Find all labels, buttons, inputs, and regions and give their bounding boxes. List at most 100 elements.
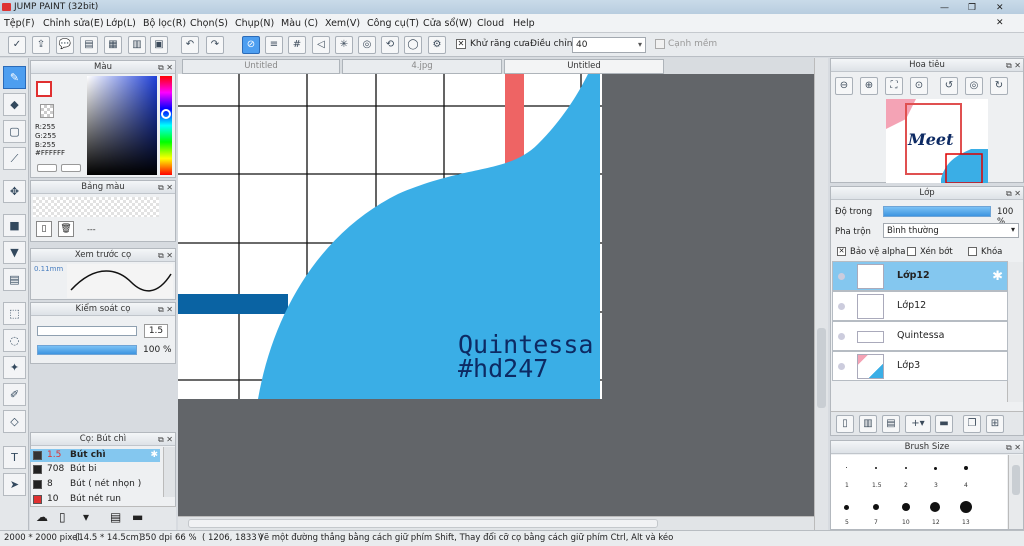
color-mode-button[interactable] — [37, 164, 57, 172]
menu-file[interactable]: Tệp(F) — [4, 14, 35, 33]
new-palette-icon[interactable]: ▯ — [36, 221, 52, 237]
gear-icon[interactable]: ✱ — [992, 269, 1003, 284]
protect-alpha-checkbox[interactable]: ✕ — [837, 247, 846, 256]
fit-icon[interactable]: ⛶ — [885, 77, 903, 95]
horizontal-scrollbar[interactable] — [178, 516, 814, 530]
brush-size-dot[interactable] — [930, 502, 940, 512]
brush-item[interactable]: 1.5 Bút chì ✱ — [30, 449, 160, 462]
brush-size-slider[interactable] — [37, 326, 137, 336]
brush-settings-icon[interactable]: ▤ — [110, 510, 121, 524]
menu-color[interactable]: Màu (C) — [281, 14, 318, 33]
rotate-left-icon[interactable]: ↺ — [940, 77, 958, 95]
menu-tools[interactable]: Công cụ(T) — [367, 14, 419, 33]
check-icon[interactable]: ✓ — [8, 36, 26, 54]
hue-handle[interactable] — [161, 109, 171, 119]
vertical-scrollbar[interactable] — [814, 58, 828, 530]
tab-4-jpg[interactable]: 4.jpg — [342, 59, 502, 74]
brush-list-scrollbar[interactable] — [163, 447, 175, 497]
layers-scrollbar[interactable] — [1007, 262, 1023, 402]
eraser-tool-icon[interactable]: ◆ — [3, 93, 26, 116]
panel-close-icon[interactable]: ⧉ ✕ — [158, 304, 173, 315]
brush-size-dot[interactable] — [960, 501, 972, 513]
saturation-value-picker[interactable] — [87, 76, 157, 175]
panel-close-icon[interactable]: ⧉ ✕ — [158, 182, 173, 193]
brush-menu-icon[interactable]: ▾ — [83, 510, 89, 524]
select-rect-tool-icon[interactable]: ⬚ — [3, 302, 26, 325]
canvas-area[interactable]: Quintessa #hd247 — [178, 74, 814, 516]
brush-size-dot[interactable] — [875, 467, 877, 469]
close-icon[interactable]: ✕ — [996, 1, 1004, 15]
brush-size-dot[interactable] — [902, 503, 910, 511]
navigator-thumbnail[interactable]: Meet — [886, 99, 988, 183]
comment-icon[interactable]: 💬 — [56, 36, 74, 54]
primary-color-swatch[interactable] — [36, 81, 52, 97]
brush-item[interactable]: 708 Bút bi — [30, 463, 160, 476]
horizontal-scroll-thumb[interactable] — [188, 519, 658, 528]
brush-size-dot[interactable] — [934, 467, 937, 470]
grid-ruler-icon[interactable]: # — [288, 36, 306, 54]
export-icon[interactable]: ⇪ — [32, 36, 50, 54]
brush-size-scrollbar[interactable] — [1008, 455, 1023, 529]
select-eraser-tool-icon[interactable]: ◇ — [3, 410, 26, 433]
menu-window[interactable]: Cửa sổ(W) — [423, 14, 472, 33]
brush-size-value[interactable]: 1.5 — [144, 324, 168, 338]
clip-checkbox[interactable] — [907, 247, 916, 256]
lock-checkbox[interactable] — [968, 247, 977, 256]
brush-size-dot[interactable] — [844, 505, 849, 510]
operation-tool-icon[interactable]: ➤ — [3, 473, 26, 496]
layer-row[interactable]: Lớp3 — [832, 351, 1008, 381]
perspective-ruler-icon[interactable]: ◁ — [312, 36, 330, 54]
restore-icon[interactable]: ❐ — [968, 1, 976, 15]
rotate-right-icon[interactable]: ↻ — [990, 77, 1008, 95]
tab-untitled-2[interactable]: Untitled — [504, 59, 664, 74]
menu-layer[interactable]: Lớp(L) — [106, 14, 136, 33]
menu-select[interactable]: Chọn(S) — [190, 14, 228, 33]
brush-size-scroll-thumb[interactable] — [1012, 465, 1020, 495]
brush-size-dot[interactable] — [905, 467, 907, 469]
palette-swatches[interactable] — [33, 197, 159, 217]
antialias-checkbox[interactable]: ✕ — [456, 39, 466, 49]
panel-close-icon[interactable]: ⧉ ✕ — [158, 434, 173, 445]
canvas-document[interactable]: Quintessa #hd247 — [178, 74, 602, 399]
document-icon[interactable]: ▦ — [104, 36, 122, 54]
adjust-dropdown[interactable]: 40 ▾ — [572, 37, 646, 53]
pen-tool-icon[interactable]: ✎ — [3, 66, 26, 89]
add-layer-menu-icon[interactable]: +▾ — [905, 415, 931, 433]
new-raster-icon[interactable]: ▥ — [859, 415, 877, 433]
eye-icon[interactable] — [838, 303, 845, 310]
merge-layer-icon[interactable]: ⊞ — [986, 415, 1004, 433]
transparent-swatch[interactable] — [40, 104, 54, 118]
eye-icon[interactable] — [838, 333, 845, 340]
duplicate-layer-icon[interactable]: ❐ — [963, 415, 981, 433]
vertical-scroll-thumb[interactable] — [817, 328, 826, 408]
curve-ruler-icon[interactable]: ⟲ — [381, 36, 399, 54]
page-icon[interactable]: ▥ — [128, 36, 146, 54]
menu-edit[interactable]: Chỉnh sửa(E) — [43, 14, 104, 33]
gear-icon[interactable]: ✱ — [150, 449, 158, 462]
move-tool-icon[interactable]: ✥ — [3, 180, 26, 203]
brush-cloud-icon[interactable]: ☁ — [36, 510, 48, 524]
redo-icon[interactable]: ↷ — [206, 36, 224, 54]
brush-size-dot[interactable] — [873, 504, 879, 510]
new-brush-icon[interactable]: ▯ — [59, 510, 66, 524]
layout-icon[interactable]: ▣ — [150, 36, 168, 54]
lasso-tool-icon[interactable]: ◌ — [3, 329, 26, 352]
text-tool-icon[interactable]: T — [3, 446, 26, 469]
concentric-ruler-icon[interactable]: ◎ — [358, 36, 376, 54]
layer-row[interactable]: Lớp12 — [832, 291, 1008, 321]
gradient-tool-icon[interactable]: ▤ — [3, 268, 26, 291]
brush-opacity-slider[interactable] — [37, 345, 137, 355]
radial-ruler-icon[interactable]: ✳ — [335, 36, 353, 54]
brush-size-dot[interactable] — [846, 467, 847, 468]
parallel-ruler-icon[interactable]: ≡ — [265, 36, 283, 54]
brush-item[interactable]: 10 Bút nét run — [30, 493, 160, 506]
undo-icon[interactable]: ↶ — [181, 36, 199, 54]
layer-row[interactable]: Quintessa — [832, 321, 1008, 351]
menu-view[interactable]: Xem(V) — [325, 14, 360, 33]
panel-close-icon[interactable]: ⧉ ✕ — [1006, 188, 1021, 199]
blend-mode-dropdown[interactable]: Bình thường ▾ — [883, 223, 1019, 238]
brush-size-grid[interactable] — [831, 455, 1007, 529]
settings-ruler-icon[interactable]: ⚙ — [428, 36, 446, 54]
chat-icon[interactable]: ▤ — [80, 36, 98, 54]
new-text-layer-icon[interactable]: ▤ — [882, 415, 900, 433]
